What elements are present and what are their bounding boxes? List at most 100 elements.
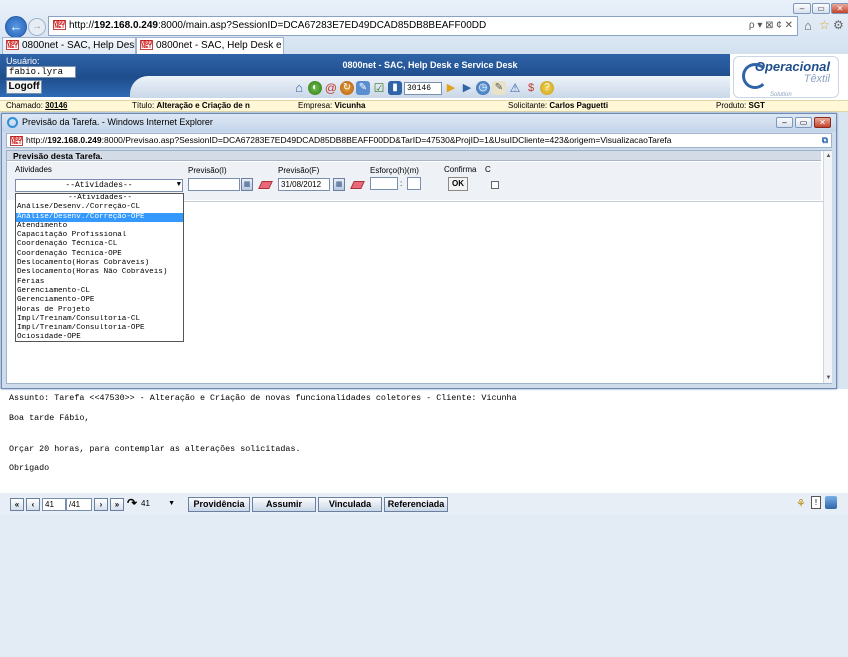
popup-title: Previsão da Tarefa. - Windows Internet E…: [22, 117, 213, 127]
company-logo: Operacional Têxtil Solution: [733, 56, 839, 98]
favorites-star-icon[interactable]: ☆: [819, 18, 830, 32]
dropdown-option[interactable]: Deslocamento(Horas Não Cobráveis): [16, 268, 183, 277]
browser-tab-1[interactable]: 0800NET0800net - SAC, Help Desk e ...✕: [2, 37, 136, 54]
c-label: C: [485, 165, 491, 174]
dropdown-option[interactable]: Análise/Desenv./Correção-OPE: [16, 212, 183, 222]
providencia-button[interactable]: Providência: [188, 497, 250, 512]
address-bar[interactable]: 0800 NET http://192.168.0.249:8000/main.as…: [48, 16, 798, 36]
popup-close-icon[interactable]: ✕: [814, 117, 831, 128]
dropdown-option[interactable]: Gerenciamento-OPE: [16, 296, 183, 305]
titulo-value: Alteração e Criação de n: [156, 101, 250, 110]
dropdown-option[interactable]: Coordenação Técnica-OPE: [16, 250, 183, 259]
dropdown-option[interactable]: Ociosidade-OPE: [16, 333, 183, 342]
popup-titlebar: Previsão da Tarefa. - Windows Internet E…: [2, 114, 836, 132]
solicitante-label: Solicitante:: [508, 101, 548, 110]
attachment-icon[interactable]: ⚘: [796, 497, 806, 510]
first-page-button[interactable]: «: [10, 498, 24, 511]
address-actions[interactable]: ρ ▾ ⊠ ¢ ✕: [749, 17, 793, 35]
scroll-down-icon[interactable]: ▼: [824, 375, 833, 381]
clock-icon[interactable]: ◷: [476, 81, 490, 95]
settings-gear-icon[interactable]: ⚙: [833, 18, 844, 32]
home-icon[interactable]: ⌂: [292, 81, 306, 95]
popup-minimize-icon[interactable]: –: [776, 117, 793, 128]
email-icon[interactable]: @: [324, 81, 338, 95]
ticket-info-bar: Chamado: 30146 Título: Alteração e Criaç…: [0, 100, 848, 112]
current-page-input[interactable]: 41: [42, 498, 66, 511]
refresh-icon[interactable]: ↻: [340, 81, 354, 95]
referenciada-button[interactable]: Referenciada: [384, 497, 448, 512]
atividades-select[interactable]: --Atividades-- ▼: [15, 179, 183, 192]
close-icon[interactable]: ✕: [831, 3, 848, 14]
produto-field: Produto: SGT: [716, 101, 765, 111]
back-button[interactable]: ←: [5, 16, 27, 38]
help-icon[interactable]: ?: [540, 81, 554, 95]
user-label: Usuário:: [6, 56, 40, 66]
chamado-link[interactable]: 30146: [45, 101, 67, 110]
dropdown-option[interactable]: Análise/Desenv./Correção-CL: [16, 203, 183, 212]
chamado-label: Chamado:: [6, 101, 43, 110]
tab-label: 0800net - SAC, Help Desk e Ser...: [156, 40, 283, 51]
vinculada-button[interactable]: Vinculada: [318, 497, 382, 512]
window-icon[interactable]: [825, 496, 837, 509]
notepad-icon[interactable]: ✎: [492, 81, 506, 95]
warning-icon[interactable]: ⚠: [508, 81, 522, 95]
scroll-up-icon[interactable]: ▲: [824, 153, 833, 159]
message-area: Assunto: Tarefa <<47530>> - Alteração e …: [0, 389, 848, 493]
assumir-button[interactable]: Assumir: [252, 497, 316, 512]
info-doc-icon[interactable]: !: [811, 496, 821, 509]
dropdown-option[interactable]: Impl/Treinam/Consultoria-CL: [16, 315, 183, 324]
dropdown-option[interactable]: --Atividades--: [16, 194, 183, 203]
dropdown-option[interactable]: Atendimento: [16, 222, 183, 231]
esforco-hours-input[interactable]: [370, 177, 398, 190]
dropdown-option[interactable]: Impl/Treinam/Consultoria-OPE: [16, 324, 183, 333]
esforco-minutes-input[interactable]: [407, 177, 421, 190]
popup-page-icon[interactable]: ⧉: [822, 134, 828, 147]
next-page-button[interactable]: ›: [94, 498, 108, 511]
dollar-icon[interactable]: $: [524, 81, 538, 95]
dropdown-option[interactable]: Deslocamento(Horas Cobráveis): [16, 259, 183, 268]
atividades-label: Atividades: [15, 165, 52, 174]
chevron-down-icon: ▼: [176, 181, 181, 189]
book-icon[interactable]: ▮: [388, 81, 402, 95]
globe-icon[interactable]: ◐: [308, 81, 322, 95]
empresa-value: Vicunha: [334, 101, 366, 110]
ie-icon: [7, 117, 18, 128]
popup-address-domain: 192.168.0.249: [47, 135, 102, 145]
home-icon[interactable]: ⌂: [804, 18, 812, 33]
ticket-number-input[interactable]: 30146: [404, 81, 442, 95]
popup-address-bar[interactable]: 0800 NET http://192.168.0.249:8000/Previsa…: [6, 133, 832, 148]
user-field[interactable]: fabio.lyra: [6, 66, 76, 78]
popup-scrollbar[interactable]: ▲ ▼: [823, 151, 832, 383]
dropdown-option[interactable]: Coordenação Técnica-CL: [16, 240, 183, 249]
section-title: Previsão desta Tarefa.: [7, 151, 821, 161]
last-page-button[interactable]: »: [110, 498, 124, 511]
check-icon[interactable]: ☑: [372, 81, 386, 95]
popup-maximize-icon[interactable]: ▭: [795, 117, 812, 128]
browser-tab-2[interactable]: 0800NET0800net - SAC, Help Desk e Ser...: [136, 37, 284, 54]
ok-button[interactable]: OK: [448, 177, 468, 191]
forward-button[interactable]: →: [28, 18, 46, 36]
tools-icon[interactable]: ✎: [356, 81, 370, 95]
calendar-icon[interactable]: ▦: [241, 178, 253, 191]
maximize-icon[interactable]: ▭: [812, 3, 830, 14]
goto-value: 41: [141, 499, 150, 508]
prev-page-button[interactable]: ‹: [26, 498, 40, 511]
c-checkbox[interactable]: [491, 181, 499, 189]
message-subject: Assunto: Tarefa <<47530>> - Alteração e …: [9, 393, 517, 403]
dropdown-option[interactable]: Férias: [16, 278, 183, 287]
minimize-icon[interactable]: –: [793, 3, 811, 14]
dropdown-option[interactable]: Capacitação Profissional: [16, 231, 183, 240]
go-arrow-icon[interactable]: ▶: [444, 81, 458, 95]
previsao-f-input[interactable]: 31/08/2012: [278, 178, 330, 191]
next-arrow-icon[interactable]: ▶: [460, 81, 474, 95]
logoff-button[interactable]: Logoff: [6, 80, 42, 94]
previsao-popup-window: Previsão da Tarefa. - Windows Internet E…: [1, 113, 837, 389]
goto-select[interactable]: 41 ▼: [139, 498, 177, 511]
calendar-icon[interactable]: ▦: [333, 178, 345, 191]
dropdown-option[interactable]: Horas de Projeto: [16, 306, 183, 315]
solicitante-field: Solicitante: Carlos Paguetti: [508, 101, 608, 111]
dropdown-option[interactable]: Gerenciamento-CL: [16, 287, 183, 296]
message-body: Orçar 20 horas, para contemplar as alter…: [9, 444, 301, 454]
atividades-dropdown-list[interactable]: --Atividades-- Análise/Desenv./Correção-C…: [15, 193, 184, 342]
previsao-i-input[interactable]: [188, 178, 240, 191]
